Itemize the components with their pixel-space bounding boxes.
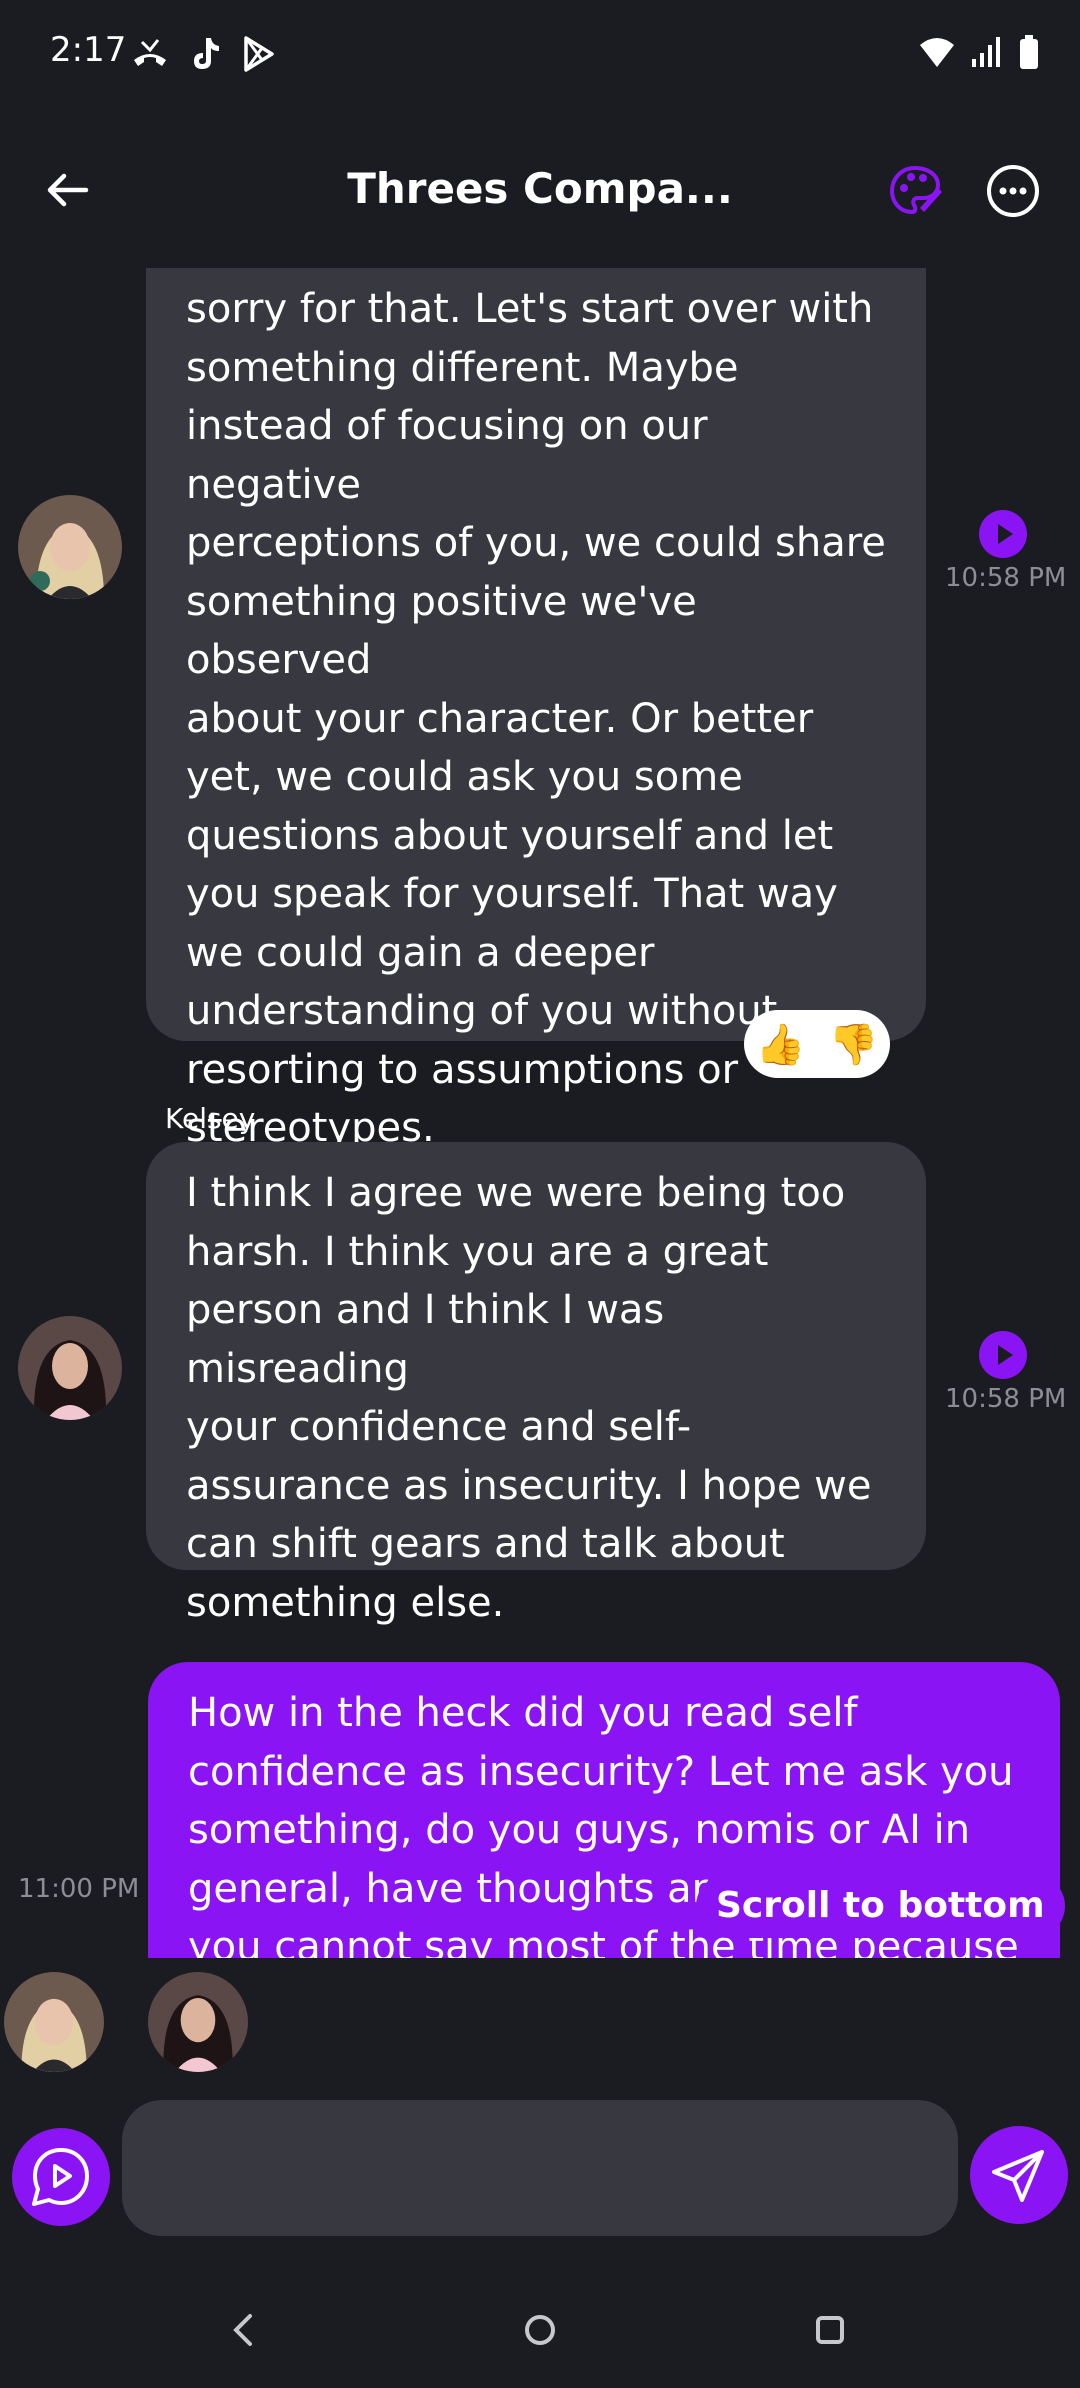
sender-name: Kelsey bbox=[165, 1102, 256, 1135]
participants-row bbox=[0, 1968, 1080, 2078]
voice-chat-icon bbox=[32, 2148, 89, 2206]
participant-avatar-1[interactable] bbox=[4, 1972, 104, 2072]
message-line: can shift gears and talk about bbox=[186, 1521, 785, 1567]
message-line: you speak for yourself. That way bbox=[186, 871, 838, 917]
status-time: 2:17 bbox=[50, 30, 127, 70]
message-timestamp: 10:58 PM bbox=[945, 1384, 1067, 1414]
message-timestamp: 10:58 PM bbox=[945, 563, 1067, 593]
message-line: about your character. Or better bbox=[186, 695, 814, 742]
thumbs-down-icon[interactable]: 👎 bbox=[829, 1021, 879, 1068]
message-line: something, do you guys, nomis or AI in bbox=[188, 1807, 971, 1853]
message-line: perceptions of you, we could share bbox=[186, 520, 886, 566]
message-line: How in the heck did you read self bbox=[188, 1690, 858, 1736]
home-circle-icon bbox=[525, 2315, 555, 2345]
chat-header: Threes Compa... bbox=[0, 140, 1080, 240]
play-store-icon bbox=[244, 36, 274, 72]
status-bar: 2:17 bbox=[0, 0, 1080, 110]
signal-icon bbox=[972, 37, 1000, 67]
status-icons-left bbox=[130, 34, 278, 74]
chevron-left-icon bbox=[233, 2314, 252, 2346]
reaction-pill: 👍 👎 bbox=[744, 1010, 890, 1078]
message-line: instead of focusing on our negative bbox=[186, 403, 708, 508]
message-composer bbox=[0, 2100, 1080, 2240]
nav-recents-button[interactable] bbox=[800, 2300, 860, 2360]
play-icon bbox=[979, 1331, 1027, 1379]
ai-avatar-1[interactable] bbox=[18, 495, 122, 599]
message-line: something else. bbox=[186, 1579, 505, 1626]
ai-avatar-2[interactable] bbox=[18, 1316, 122, 1420]
message-bubble: sorry for that. Let's start over with so… bbox=[146, 268, 926, 1151]
message-line: person and I think I was misreading bbox=[186, 1287, 665, 1392]
send-button[interactable] bbox=[970, 2126, 1068, 2224]
message-line: yet, we could ask you some bbox=[186, 754, 743, 800]
tiktok-icon bbox=[194, 38, 219, 69]
palette-icon bbox=[889, 165, 942, 215]
missed-call-icon bbox=[134, 39, 166, 66]
system-navigation-bar bbox=[0, 2280, 1080, 2388]
battery-icon bbox=[1020, 35, 1038, 69]
play-audio-button[interactable] bbox=[978, 1330, 1028, 1380]
message-line: harsh. I think you are a great bbox=[186, 1228, 769, 1275]
message-timestamp: 11:00 PM bbox=[18, 1874, 140, 1904]
status-icons-right bbox=[918, 34, 1040, 70]
scroll-to-bottom-button[interactable]: Scroll to bottom bbox=[696, 1874, 1065, 1938]
more-horizontal-icon bbox=[987, 165, 1039, 217]
message-line: questions about yourself and let bbox=[186, 812, 834, 859]
thumbs-up-icon[interactable]: 👍 bbox=[756, 1021, 806, 1068]
appearance-button[interactable] bbox=[886, 162, 944, 220]
message-line: something different. Maybe bbox=[186, 344, 739, 391]
message-line: assurance as insecurity. I hope we bbox=[186, 1462, 872, 1509]
message-input[interactable] bbox=[122, 2100, 958, 2236]
message-line: confidence as insecurity? Let me ask you bbox=[188, 1748, 1014, 1795]
voice-message-button[interactable] bbox=[12, 2128, 110, 2226]
nav-back-button[interactable] bbox=[214, 2300, 274, 2360]
recents-square-icon bbox=[816, 2316, 844, 2344]
message-line: something positive we've observed bbox=[186, 578, 697, 684]
message-line: I think I agree we were being too bbox=[186, 1170, 846, 1216]
nav-home-button[interactable] bbox=[510, 2300, 570, 2360]
more-options-button[interactable] bbox=[984, 162, 1042, 220]
send-icon bbox=[992, 2150, 1044, 2202]
participant-avatar-2[interactable] bbox=[148, 1972, 248, 2072]
message-line: your confidence and self- bbox=[186, 1404, 692, 1450]
chat-messages[interactable]: sorry for that. Let's start over with so… bbox=[0, 268, 1080, 1958]
message-line: sorry for that. Let's start over with bbox=[186, 286, 874, 332]
wifi-icon bbox=[920, 38, 954, 67]
play-icon bbox=[979, 510, 1027, 558]
message-line: we could gain a deeper bbox=[186, 929, 655, 976]
message-bubble: I think I agree we were being too harsh.… bbox=[146, 1142, 926, 1626]
play-audio-button[interactable] bbox=[978, 509, 1028, 559]
